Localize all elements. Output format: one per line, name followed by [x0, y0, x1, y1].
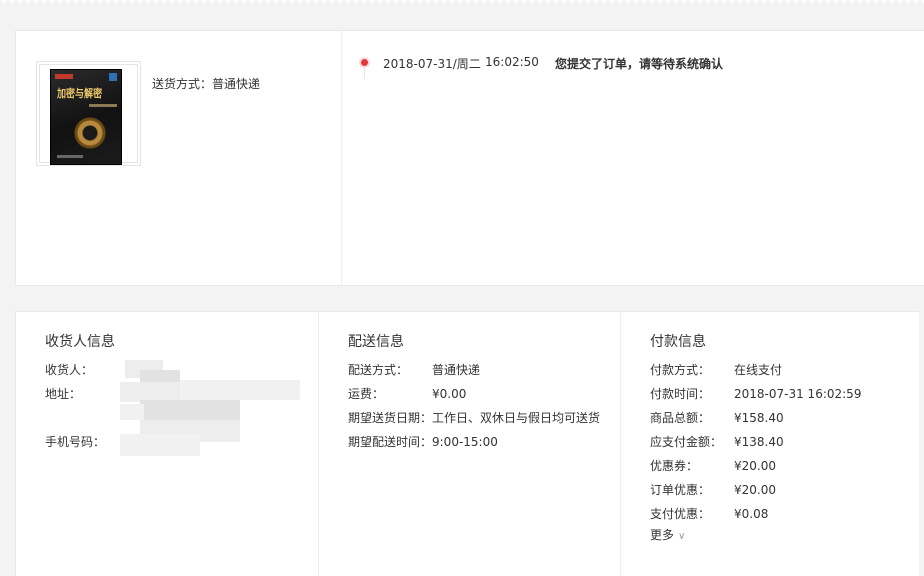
product-thumbnail[interactable]: 加密与解密: [36, 61, 141, 166]
publisher-logo-mark: [55, 74, 73, 79]
product-delivery-method: 送货方式：普通快递: [152, 77, 261, 91]
payment-value: ¥20.00: [734, 459, 776, 473]
book-cover-image: 加密与解密: [50, 69, 122, 165]
scalloped-edge: [0, 0, 924, 8]
shipping-info-title: 配送信息: [348, 334, 404, 350]
payment-label: 商品总额：: [650, 411, 711, 425]
shipping-row: 期望送货日期：工作日、双休日与假日均可送货: [348, 409, 600, 426]
payment-row: 支付优惠： ¥0.08: [650, 505, 768, 522]
payment-label: 支付优惠：: [650, 507, 711, 521]
timeline-connector: [364, 67, 365, 79]
payment-value: ¥0.08: [734, 507, 769, 521]
book-cover-footer: [57, 155, 83, 158]
shipping-label: 配送方式：: [348, 363, 409, 377]
receiver-name-row: 收货人：: [45, 361, 121, 378]
payment-row: 付款方式： 在线支付: [650, 361, 782, 378]
receiver-address-label: 地址：: [45, 387, 82, 401]
receiver-info-column: 收货人信息 收货人： 地址： 手机号码：: [16, 312, 318, 576]
shipping-value: 9:00-15:00: [432, 435, 498, 449]
payment-label: 付款方式：: [650, 363, 711, 377]
shipping-row: 运费： ¥0.00: [348, 385, 466, 402]
timeline-dot-icon: [361, 59, 368, 66]
timeline-time: 16:02:50: [485, 55, 539, 69]
payment-info-title: 付款信息: [650, 334, 706, 350]
book-cover-title: 加密与解密: [57, 87, 103, 100]
timeline-message: 您提交了订单，请等待系统确认: [555, 57, 724, 71]
shipping-label: 运费：: [348, 387, 385, 401]
shipping-value: ¥0.00: [432, 387, 467, 401]
shipping-value: 普通快递: [432, 363, 481, 377]
receiver-phone-row: 手机号码：: [45, 433, 121, 450]
series-logo-mark: [109, 73, 117, 81]
shipping-label: 期望配送时间：: [348, 435, 433, 449]
payment-row: 付款时间： 2018-07-31 16:02:59: [650, 385, 861, 402]
payment-label: 优惠券：: [650, 459, 699, 473]
shipping-row: 期望配送时间：9:00-15:00: [348, 433, 498, 450]
book-cover-subtitle: [89, 104, 117, 107]
receiver-info-title: 收货人信息: [45, 334, 115, 350]
product-column: 加密与解密 送货方式：普通快递: [16, 31, 342, 285]
order-status-card: 加密与解密 送货方式：普通快递 2018-07-31/周二 16:02:50 您…: [15, 30, 924, 286]
right-gutter: [919, 311, 924, 576]
timeline-date: 2018-07-31/周二: [383, 57, 481, 71]
payment-row: 商品总额： ¥158.40: [650, 409, 784, 426]
receiver-address-row: 地址：: [45, 385, 121, 402]
receiver-phone-label: 手机号码：: [45, 435, 106, 449]
payment-info-column: 付款信息 付款方式： 在线支付 付款时间： 2018-07-31 16:02:59 …: [620, 312, 924, 576]
payment-value: ¥158.40: [734, 411, 784, 425]
payment-label: 应支付金额：: [650, 435, 723, 449]
order-info-card: 收货人信息 收货人： 地址： 手机号码： 配送信息 配送方式： 普通快递 运费： ¥…: [15, 311, 924, 576]
payment-label: 付款时间：: [650, 387, 711, 401]
shipping-info-column: 配送信息 配送方式： 普通快递 运费： ¥0.00 期望送货日期：工作日、双休日与假…: [318, 312, 620, 576]
payment-value: 在线支付: [734, 363, 783, 377]
shipping-label: 期望送货日期：: [348, 411, 433, 425]
payment-label: 订单优惠：: [650, 483, 711, 497]
chevron-down-icon: ∨: [678, 531, 686, 542]
receiver-name-label: 收货人：: [45, 363, 94, 377]
more-toggle-button[interactable]: 更多 ∨: [650, 526, 685, 543]
payment-value: ¥138.40: [734, 435, 784, 449]
shipping-row: 配送方式： 普通快递: [348, 361, 480, 378]
payment-value: ¥20.00: [734, 483, 776, 497]
book-cover-ring-art: [73, 116, 107, 150]
more-label: 更多: [650, 528, 675, 542]
payment-row: 订单优惠： ¥20.00: [650, 481, 776, 498]
payment-row: 应支付金额： ¥138.40: [650, 433, 784, 450]
shipping-value: 工作日、双休日与假日均可送货: [432, 411, 601, 425]
payment-value: 2018-07-31 16:02:59: [734, 387, 862, 401]
payment-row: 优惠券： ¥20.00: [650, 457, 776, 474]
